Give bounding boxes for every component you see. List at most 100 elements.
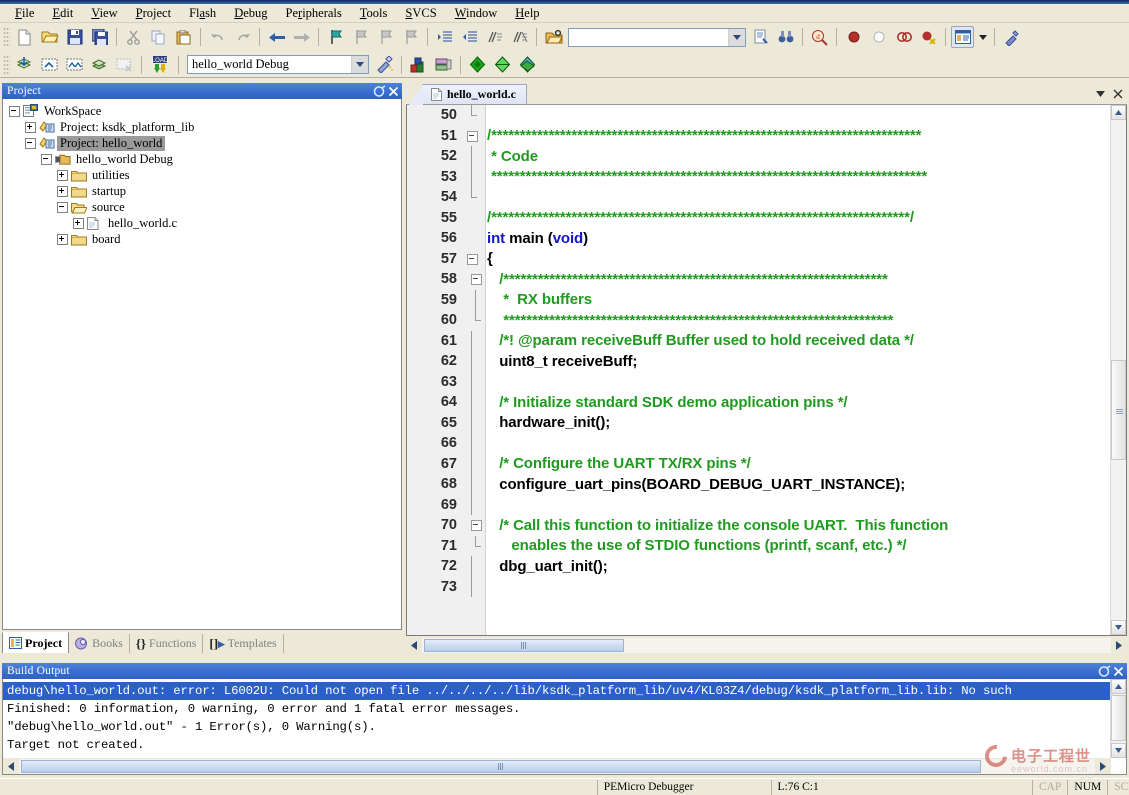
tree-item-project-hello-world[interactable]: Project: hello_world (9, 135, 401, 151)
fold-margin[interactable] (463, 330, 485, 351)
find-in-files-icon[interactable] (749, 26, 772, 48)
fold-collapse-icon[interactable] (467, 253, 478, 265)
fold-margin[interactable] (463, 208, 485, 229)
code-line[interactable]: 66 (407, 433, 1111, 454)
menu-file[interactable]: FFileile (6, 4, 43, 23)
close-icon[interactable] (1109, 84, 1127, 104)
code-line[interactable]: 67 /* Configure the UART TX/RX pins */ (407, 453, 1111, 474)
bookmark-toggle-icon[interactable] (324, 26, 347, 48)
editor-tab-hello-world-c[interactable]: hello_world.c (409, 84, 527, 105)
chevron-down-icon[interactable] (351, 56, 368, 73)
fold-margin[interactable] (463, 515, 485, 536)
fold-margin[interactable] (463, 556, 485, 577)
tab-books[interactable]: Books (69, 634, 130, 653)
scroll-left-button[interactable] (406, 638, 422, 653)
tree-item-project-ksdk-platform-lib[interactable]: Project: ksdk_platform_lib (9, 119, 401, 135)
code-line[interactable]: 64 /* Initialize standard SDK demo appli… (407, 392, 1111, 413)
fold-margin[interactable] (463, 228, 485, 249)
code-editor[interactable]: 50 51 /***********************************… (406, 105, 1127, 636)
fold-margin[interactable] (463, 351, 485, 372)
expand-icon[interactable] (57, 233, 68, 245)
build-output-line[interactable]: "debug\hello_world.out" - 1 Error(s), 0 … (3, 718, 1126, 736)
rebuild-all-icon[interactable] (63, 54, 86, 76)
build-output-hscroll-thumb[interactable] (21, 759, 981, 773)
fold-margin[interactable] (463, 453, 485, 474)
scroll-up-button[interactable] (1111, 105, 1126, 120)
bookmark-prev-icon[interactable] (349, 26, 372, 48)
navigate-forward-icon[interactable] (290, 26, 313, 48)
save-icon[interactable] (63, 26, 86, 48)
code-line[interactable]: 69 (407, 494, 1111, 515)
fold-margin[interactable] (463, 474, 485, 495)
open-folder-icon[interactable] (542, 26, 565, 48)
tree-item-hello-world-c[interactable]: hello_world.c (9, 215, 401, 231)
code-line[interactable]: 51 /*************************************… (407, 126, 1111, 147)
fold-margin[interactable] (463, 576, 485, 597)
tree-item-source[interactable]: source (9, 199, 401, 215)
target-options-icon[interactable] (373, 54, 396, 76)
batch-build-icon[interactable] (88, 54, 111, 76)
bookmark-clear-icon[interactable] (399, 26, 422, 48)
tree-item-board[interactable]: board (9, 231, 401, 247)
code-line[interactable]: 50 (407, 105, 1111, 126)
menu-peripherals[interactable]: Peripherals (277, 4, 351, 23)
target-select-value[interactable]: hello_world Debug (188, 57, 351, 72)
chevron-down-icon[interactable] (976, 26, 989, 48)
navigate-back-icon[interactable] (265, 26, 288, 48)
editor-hscroll-track[interactable] (422, 637, 1111, 653)
build-output-line[interactable]: Target not created. (3, 736, 1126, 754)
code-line[interactable]: 54 (407, 187, 1111, 208)
bookmark-next-icon[interactable] (374, 26, 397, 48)
collapse-icon[interactable] (25, 137, 36, 149)
build-output-scroll-thumb[interactable] (1111, 695, 1126, 741)
run-to-main-icon[interactable] (466, 54, 489, 76)
copy-icon[interactable] (147, 26, 170, 48)
tree-item-hello-world-debug[interactable]: hello_world Debug (9, 151, 401, 167)
editor-hscroll-thumb[interactable] (424, 638, 624, 652)
fold-margin[interactable] (463, 249, 485, 270)
scroll-down-button[interactable] (1111, 743, 1126, 758)
fold-margin[interactable] (463, 433, 485, 454)
editor-scroll-thumb[interactable] (1111, 360, 1126, 460)
build-output-text[interactable]: debug\hello_world.out: error: L6002U: Co… (2, 679, 1127, 775)
redo-icon[interactable] (231, 26, 254, 48)
uncomment-icon[interactable] (508, 26, 531, 48)
auto-hide-icon[interactable] (1097, 664, 1111, 678)
fold-collapse-icon[interactable] (471, 274, 482, 285)
fold-margin[interactable] (463, 392, 485, 413)
fold-margin[interactable] (463, 187, 485, 208)
close-icon[interactable] (1111, 664, 1125, 678)
expand-icon[interactable] (25, 121, 36, 133)
code-line[interactable]: 61 /*! @param receiveBuff Buffer used to… (407, 330, 1111, 351)
breakpoint-enable-icon[interactable] (867, 26, 890, 48)
code-line[interactable]: 62 uint8_t receiveBuff; (407, 351, 1111, 372)
scroll-down-button[interactable] (1111, 620, 1126, 635)
menu-edit[interactable]: Edit (43, 4, 82, 23)
breakpoint-disable-all-icon[interactable] (892, 26, 915, 48)
scroll-right-button[interactable] (1111, 638, 1127, 653)
editor-horizontal-scrollbar[interactable] (406, 637, 1127, 653)
project-window-icon[interactable] (951, 26, 974, 48)
find-combo[interactable] (568, 27, 746, 47)
find-binoculars-icon[interactable] (774, 26, 797, 48)
build-target-icon[interactable] (38, 54, 61, 76)
fold-collapse-icon[interactable] (471, 520, 482, 531)
code-line[interactable]: 73 (407, 576, 1111, 597)
menu-flash[interactable]: Flash (180, 4, 225, 23)
menu-debug[interactable]: Debug (225, 4, 276, 23)
tab-project[interactable]: Project (2, 632, 70, 653)
tree-item-utilities[interactable]: utilities (9, 167, 401, 183)
tree-item-workspace[interactable]: WorkSpace (9, 103, 401, 119)
code-line[interactable]: 58 /************************************… (407, 269, 1111, 290)
expand-icon[interactable] (57, 169, 68, 181)
code-line[interactable]: 65 hardware_init(); (407, 412, 1111, 433)
fold-margin[interactable] (463, 371, 485, 392)
comment-icon[interactable] (483, 26, 506, 48)
menu-tools[interactable]: Tools (351, 4, 397, 23)
build-output-line[interactable]: debug\hello_world.out: error: L6002U: Co… (3, 682, 1126, 700)
toolbar-grip[interactable] (3, 54, 10, 75)
scroll-right-button[interactable] (1095, 759, 1111, 774)
new-file-icon[interactable] (13, 26, 36, 48)
scroll-left-button[interactable] (3, 759, 19, 774)
fold-margin[interactable] (463, 412, 485, 433)
